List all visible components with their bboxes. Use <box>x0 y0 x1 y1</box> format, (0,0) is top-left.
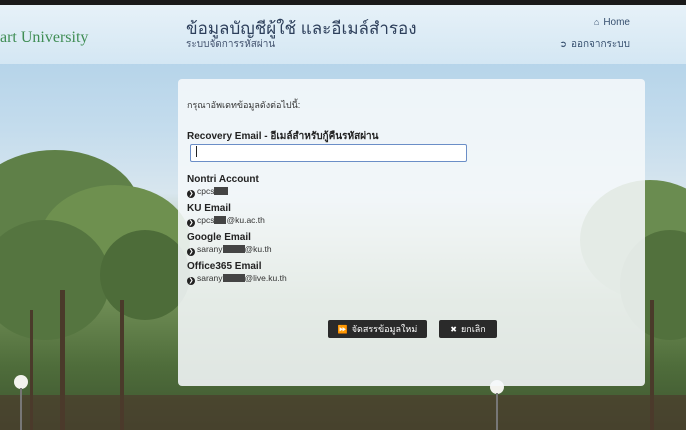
account-name: Nontri Account <box>187 174 259 185</box>
cancel-button[interactable]: ✖ ยกเลิก <box>439 320 497 338</box>
account-prefix: cpcs <box>197 215 215 225</box>
account-value: ❯ sarany @live.ku.th <box>187 273 287 285</box>
cancel-button-label: ยกเลิก <box>460 324 486 334</box>
home-link-label: Home <box>603 17 630 28</box>
account-value: ❯ cpcs @ku.ac.th <box>187 215 265 227</box>
reallocate-button-label: จัดสรรข้อมูลใหม่ <box>351 324 418 334</box>
account-prefix: sarany <box>197 244 223 254</box>
university-brand[interactable]: art University <box>0 29 88 47</box>
page-subtitle: ระบบจัดการรหัสผ่าน <box>186 39 276 50</box>
account-prefix: sarany <box>197 273 223 283</box>
account-name: Google Email <box>187 232 251 243</box>
account-prefix: cpcs <box>197 186 215 196</box>
form-intro: กรุณาอัพเดทข้อมูลดังต่อไปนี้: <box>187 100 301 110</box>
sign-out-link[interactable]: ➲ ออกจากระบบ <box>559 37 630 52</box>
account-value: ❯ cpcs <box>187 186 259 198</box>
account-value: ❯ sarany @ku.th <box>187 244 272 256</box>
account-name: Office365 Email <box>187 261 262 272</box>
account-suffix: @ku.th <box>244 244 272 254</box>
account-suffix: @ku.ac.th <box>226 215 265 225</box>
recovery-email-input[interactable] <box>190 144 467 162</box>
chevron-right-icon: ❯ <box>187 190 195 198</box>
sign-out-icon: ➲ <box>559 39 567 49</box>
account-ku-email: KU Email ❯ cpcs @ku.ac.th <box>187 203 265 227</box>
chevron-right-icon: ❯ <box>187 219 195 227</box>
home-link[interactable]: ⌂ Home <box>559 17 630 28</box>
redaction-mask <box>214 216 227 224</box>
account-google-email: Google Email ❯ sarany @ku.th <box>187 232 272 256</box>
header-bar: art University ข้อมูลบัญชีผู้ใช้ และอีเม… <box>0 5 686 64</box>
text-caret <box>196 146 197 157</box>
redaction-mask <box>222 245 245 253</box>
reallocate-button[interactable]: ⏩ จัดสรรข้อมูลใหม่ <box>328 320 427 338</box>
header-nav: ⌂ Home ➲ ออกจากระบบ <box>559 17 630 61</box>
close-icon: ✖ <box>450 324 457 334</box>
fast-forward-icon: ⏩ <box>337 324 348 334</box>
redaction-mask <box>222 274 245 282</box>
account-name: KU Email <box>187 203 231 214</box>
chevron-right-icon: ❯ <box>187 277 195 285</box>
account-form-panel: กรุณาอัพเดทข้อมูลดังต่อไปนี้: Recovery E… <box>178 79 645 386</box>
home-icon: ⌂ <box>593 17 600 27</box>
account-suffix: @live.ku.th <box>244 273 287 283</box>
account-office365-email: Office365 Email ❯ sarany @live.ku.th <box>187 261 287 285</box>
recovery-email-label: Recovery Email - อีเมล์สำหรับกู้คืนรหัสผ… <box>187 131 379 142</box>
redaction-mask <box>214 187 229 195</box>
account-nontri: Nontri Account ❯ cpcs <box>187 174 259 198</box>
sign-out-link-label: ออกจากระบบ <box>570 39 630 50</box>
chevron-right-icon: ❯ <box>187 248 195 256</box>
